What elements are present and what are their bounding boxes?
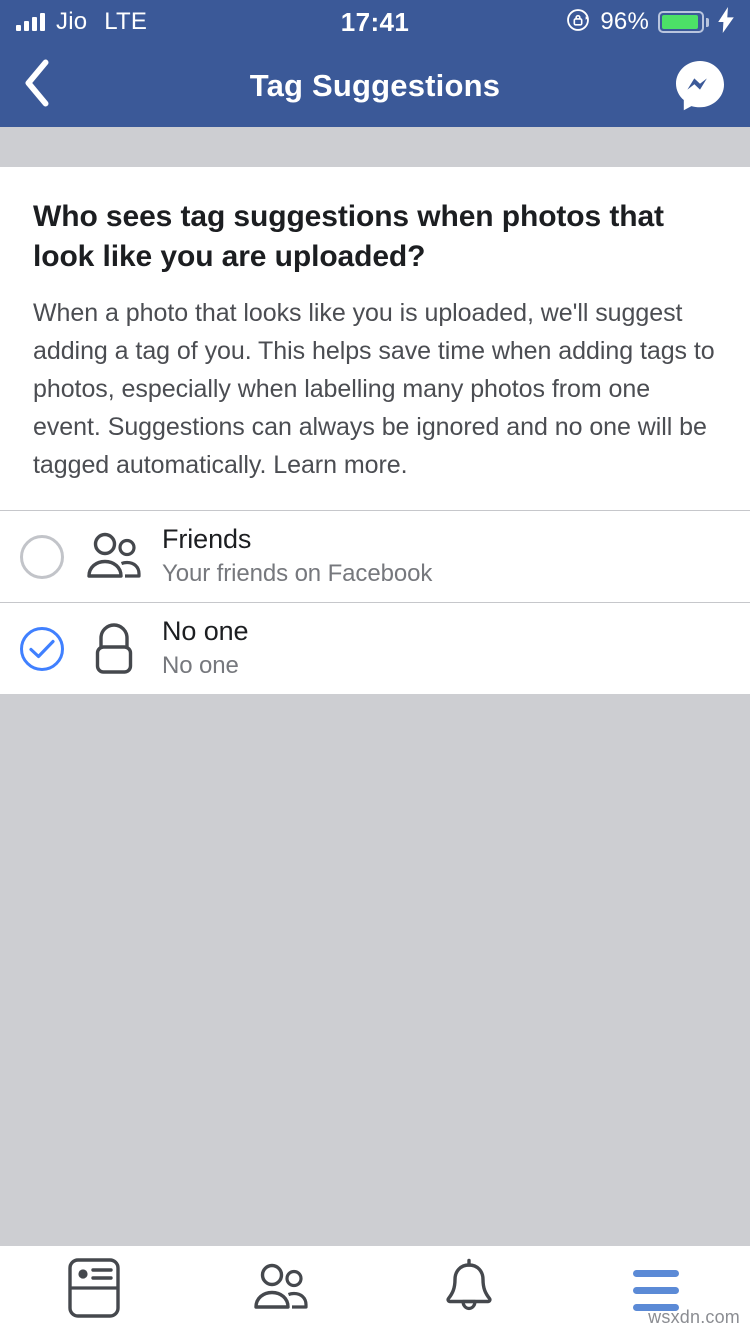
option-title: No one — [162, 616, 249, 647]
radio-button-no-one[interactable] — [20, 626, 64, 671]
rotation-lock-icon — [565, 7, 591, 38]
tab-friends[interactable] — [188, 1246, 376, 1334]
status-bar-right: 96% — [565, 6, 734, 38]
status-bar: Jio LTE 17:41 96% — [0, 0, 750, 44]
notifications-bell-icon — [442, 1257, 496, 1324]
messenger-button[interactable] — [672, 58, 728, 114]
battery-icon — [658, 11, 704, 33]
watermark: wsxdn.com — [648, 1307, 740, 1327]
empty-content-area — [0, 694, 750, 1283]
hamburger-menu-icon — [633, 1269, 680, 1311]
network-type-label: LTE — [104, 8, 148, 35]
info-heading: Who sees tag suggestions when photos tha… — [33, 200, 664, 273]
section-spacer — [0, 127, 750, 167]
back-button[interactable] — [22, 56, 72, 116]
tab-news-feed[interactable] — [0, 1246, 188, 1334]
lightning-bolt-icon — [718, 6, 734, 38]
messenger-icon — [672, 60, 728, 118]
carrier-label: Jio — [56, 8, 88, 35]
friends-icon — [78, 531, 150, 583]
bottom-tab-bar — [0, 1246, 750, 1334]
option-row-no-one[interactable]: No one No one — [0, 603, 750, 695]
radio-button-friends[interactable] — [20, 534, 64, 579]
option-subtitle: No one — [162, 652, 239, 680]
option-text-no-one: No one No one — [162, 616, 249, 681]
option-row-friends[interactable]: Friends Your friends on Facebook — [0, 511, 750, 603]
battery-cap — [706, 17, 709, 27]
page-title: Tag Suggestions — [249, 67, 501, 103]
nav-bar: Tag Suggestions — [0, 44, 750, 127]
info-body-text: When a photo that looks like you is uplo… — [33, 299, 715, 480]
info-section: Who sees tag suggestions when photos tha… — [0, 167, 750, 511]
tab-notifications[interactable] — [375, 1246, 563, 1334]
option-text-friends: Friends Your friends on Facebook — [162, 524, 432, 589]
signal-bars-icon — [16, 13, 45, 31]
status-bar-left: Jio LTE — [16, 8, 147, 36]
news-feed-icon — [65, 1257, 123, 1324]
battery-percent-label: 96% — [600, 8, 649, 35]
chevron-left-icon — [22, 59, 52, 112]
option-title: Friends — [162, 524, 252, 555]
lock-icon — [78, 621, 150, 677]
option-subtitle: Your friends on Facebook — [162, 560, 433, 588]
friends-icon — [250, 1262, 312, 1319]
